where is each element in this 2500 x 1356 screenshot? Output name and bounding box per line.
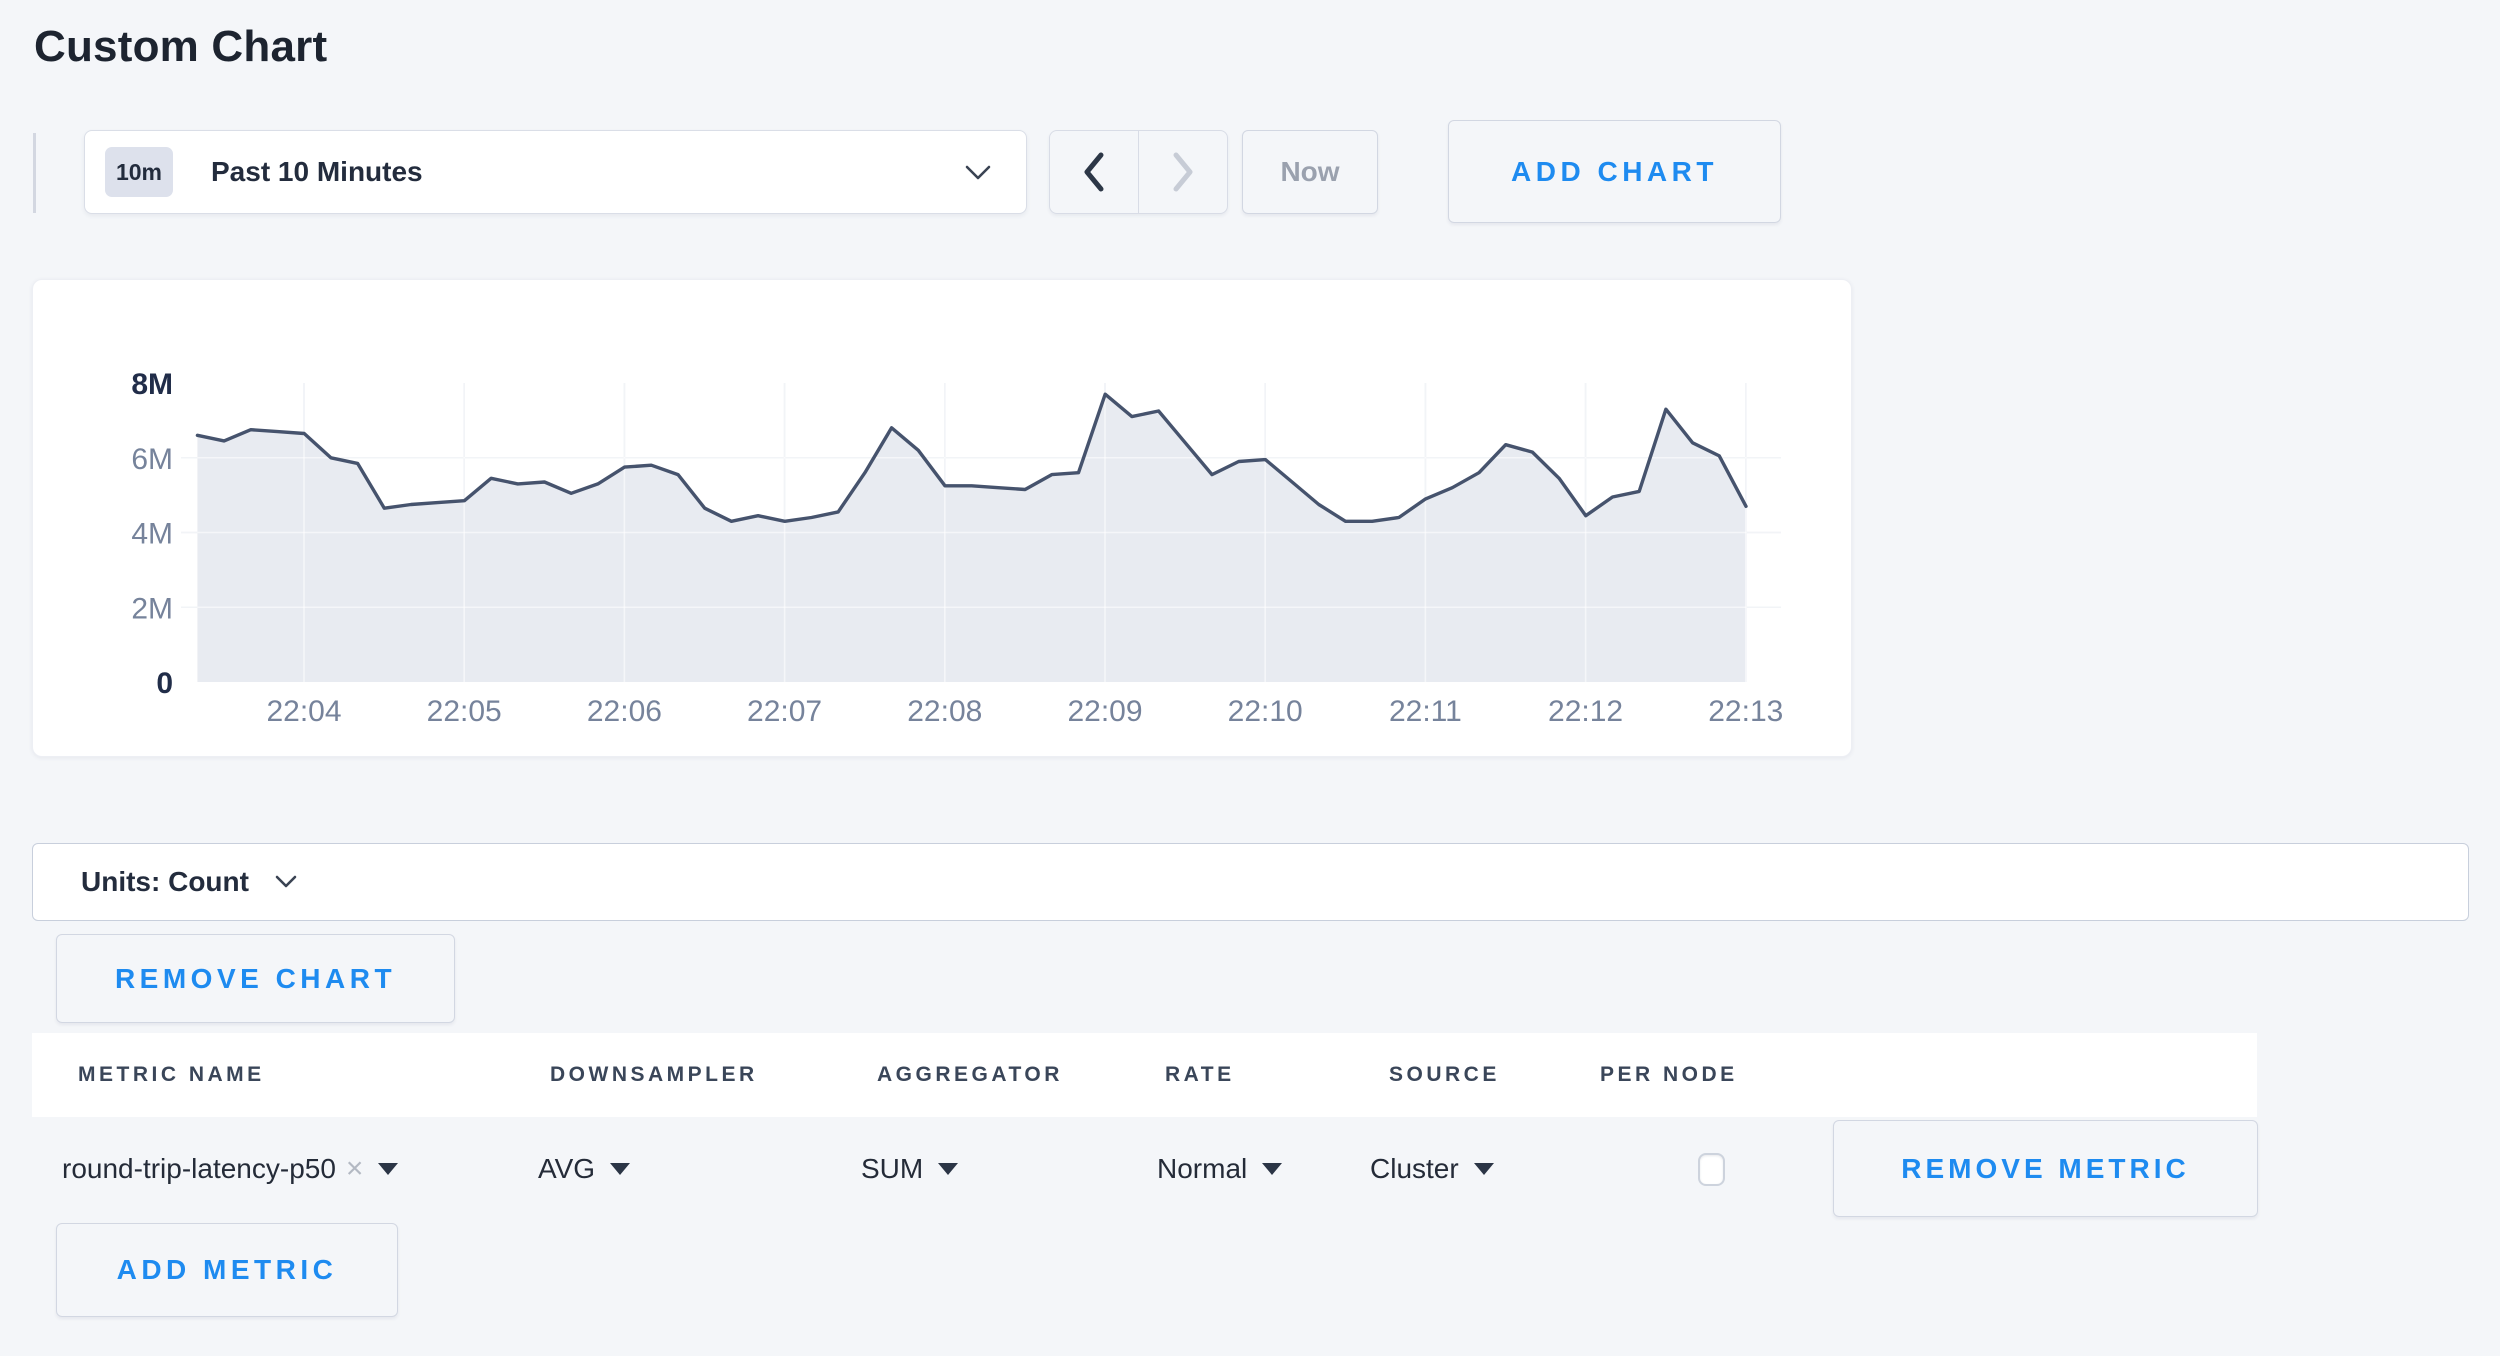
time-next-button[interactable] [1138, 131, 1227, 213]
x-axis-tick-label: 22:06 [587, 695, 662, 728]
time-range-dropdown[interactable]: 10m Past 10 Minutes [84, 130, 1027, 214]
remove-metric-tag-x-icon[interactable]: × [346, 1152, 364, 1186]
chart-card: 0 2M 4M 6M 8M 22:04 22:05 22:06 22:07 22:08 22:09 2… [32, 279, 1852, 757]
y-axis-tick-label: 6M [131, 443, 173, 476]
x-axis-tick-label: 22:11 [1389, 695, 1462, 728]
x-axis-tick-label: 22:09 [1067, 695, 1142, 728]
aggregator-value: SUM [861, 1153, 923, 1185]
per-node-checkbox[interactable] [1698, 1153, 1725, 1186]
chevron-right-icon [1170, 151, 1196, 193]
units-label: Units: Count [81, 866, 249, 898]
metric-name-value: round-trip-latency-p50 [62, 1153, 336, 1185]
add-chart-button[interactable]: ADD CHART [1448, 120, 1781, 223]
dropdown-caret-icon [1262, 1163, 1282, 1175]
x-axis-tick-label: 22:07 [747, 695, 822, 728]
time-range-badge: 10m [105, 147, 173, 197]
y-axis-tick-label: 2M [131, 592, 173, 625]
units-dropdown[interactable]: Units: Count [32, 843, 2469, 921]
time-nav-group [1049, 130, 1228, 214]
y-axis-tick-label: 0 [156, 667, 173, 700]
dropdown-caret-icon [938, 1163, 958, 1175]
x-axis-tick-label: 22:12 [1548, 695, 1623, 728]
x-axis-tick-label: 22:04 [266, 695, 341, 728]
x-axis-tick-label: 22:08 [907, 695, 982, 728]
chevron-left-icon [1081, 151, 1107, 193]
dropdown-caret-icon [610, 1163, 630, 1175]
time-range-label: Past 10 Minutes [211, 156, 964, 188]
metrics-table-header: METRIC NAME DOWNSAMPLER AGGREGATOR RATE … [32, 1033, 2257, 1117]
page-title: Custom Chart [34, 22, 327, 72]
remove-metric-button[interactable]: REMOVE METRIC [1833, 1120, 2258, 1217]
metric-name-dropdown[interactable]: round-trip-latency-p50 × [62, 1152, 398, 1186]
rate-dropdown[interactable]: Normal [1157, 1153, 1282, 1185]
x-axis-tick-label: 22:13 [1708, 695, 1783, 728]
chevron-down-icon [275, 875, 297, 889]
col-header-downsampler: DOWNSAMPLER [550, 1063, 758, 1087]
col-header-aggregator: AGGREGATOR [877, 1063, 1063, 1087]
col-header-source: SOURCE [1389, 1063, 1500, 1087]
latency-area-chart[interactable]: 0 2M 4M 6M 8M 22:04 22:05 22:06 22:07 22:08 22:09 2… [33, 280, 1851, 756]
custom-chart-page: Custom Chart 10m Past 10 Minutes Now ADD… [0, 0, 2500, 1356]
remove-chart-button[interactable]: REMOVE CHART [56, 934, 455, 1023]
rate-value: Normal [1157, 1153, 1247, 1185]
now-button[interactable]: Now [1242, 130, 1378, 214]
dropdown-caret-icon [1474, 1163, 1494, 1175]
time-prev-button[interactable] [1050, 131, 1138, 213]
downsampler-value: AVG [538, 1153, 595, 1185]
downsampler-dropdown[interactable]: AVG [538, 1153, 630, 1185]
source-dropdown[interactable]: Cluster [1370, 1153, 1494, 1185]
toolbar-left-divider [33, 133, 36, 213]
chevron-down-icon [964, 164, 992, 181]
col-header-per-node: PER NODE [1600, 1063, 1738, 1087]
add-metric-button[interactable]: ADD METRIC [56, 1223, 398, 1317]
dropdown-caret-icon [378, 1163, 398, 1175]
x-axis-tick-label: 22:05 [427, 695, 502, 728]
col-header-rate: RATE [1165, 1063, 1235, 1087]
source-value: Cluster [1370, 1153, 1459, 1185]
y-axis-tick-label: 4M [131, 518, 173, 551]
aggregator-dropdown[interactable]: SUM [861, 1153, 958, 1185]
x-axis-tick-label: 22:10 [1228, 695, 1303, 728]
col-header-metric-name: METRIC NAME [78, 1063, 265, 1087]
y-axis-tick-label: 8M [131, 368, 173, 401]
